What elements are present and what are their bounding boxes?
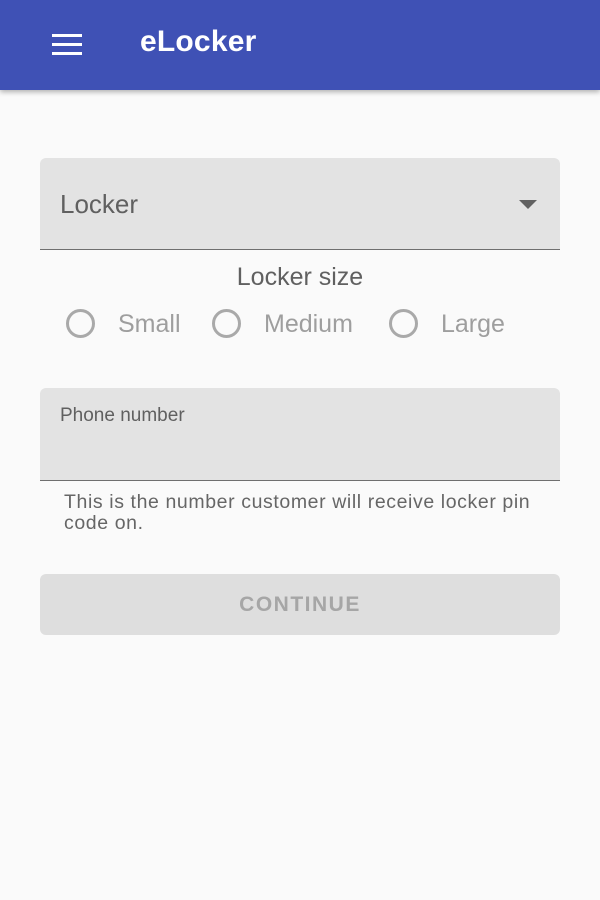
radio-button-large[interactable] [389,309,418,338]
phone-number-field[interactable]: Phone number [40,388,560,481]
locker-dropdown[interactable]: Locker [40,158,560,250]
phone-number-label: Phone number [60,405,185,426]
radio-button-small[interactable] [66,309,95,338]
radio-label-small: Small [118,310,181,338]
continue-button-label: CONTINUE [239,593,361,616]
radio-button-medium[interactable] [212,309,241,338]
continue-button[interactable]: CONTINUE [40,574,560,635]
locker-size-label: Locker size [236,263,364,291]
app-title: eLocker [140,25,257,58]
hamburger-menu-icon[interactable] [44,24,88,68]
dropdown-arrow-icon [519,200,537,209]
radio-label-medium: Medium [264,310,353,338]
locker-dropdown-label: Locker [60,189,139,219]
phone-helper-text: This is the number customer will receive… [64,491,531,534]
radio-label-large: Large [441,310,505,338]
app-bar: eLocker [0,0,600,90]
